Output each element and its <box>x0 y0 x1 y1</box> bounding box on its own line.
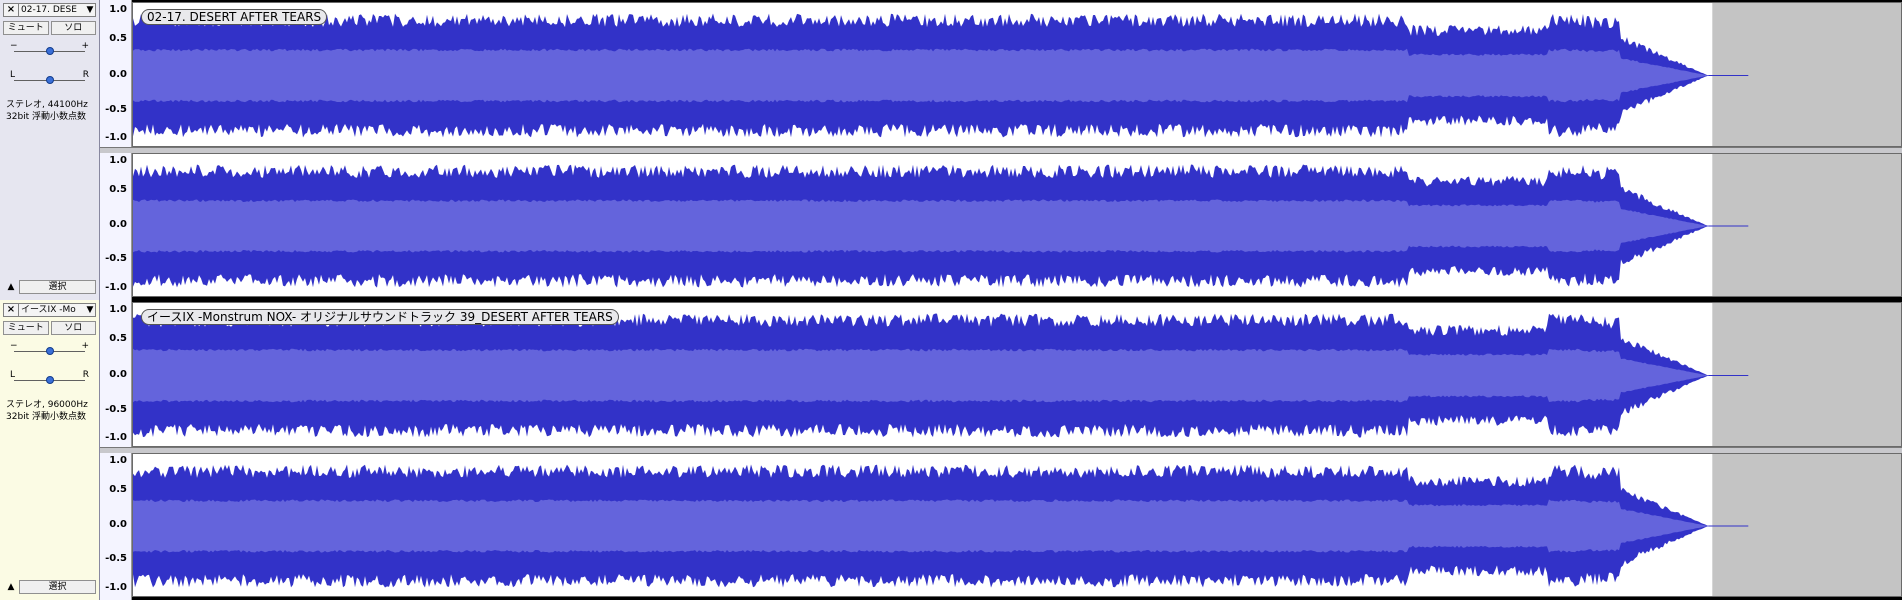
scale-label: 0.0 <box>109 369 127 380</box>
scale-label: -0.5 <box>105 104 127 115</box>
scale-label: 0.0 <box>109 219 127 230</box>
collapse-icon[interactable]: ▲ <box>3 580 19 594</box>
gain-slider[interactable]: − + <box>10 42 89 56</box>
scale-label: -0.5 <box>105 253 127 264</box>
clip-label[interactable]: 02-17. DESERT AFTER TEARS <box>141 9 328 25</box>
track-title-bar: × イースIX -Mo ▼ <box>3 303 96 317</box>
gain-slider[interactable]: − + <box>10 342 89 356</box>
vertical-ruler-left: 1.0 0.5 0.0 -0.5 -1.0 <box>100 300 132 447</box>
pan-left-label: L <box>10 370 16 380</box>
format-line-1: ステレオ, 96000Hz <box>6 400 88 410</box>
gain-slider-knob[interactable] <box>45 347 54 355</box>
track-2: × イースIX -Mo ▼ ミュート ソロ − + L R ステレオ, 9600… <box>0 300 1902 600</box>
solo-button[interactable]: ソロ <box>50 321 96 335</box>
scale-label: 0.0 <box>109 519 127 530</box>
waveform-svg <box>133 454 1901 596</box>
pan-right-label: R <box>82 370 89 380</box>
gain-plus-label: + <box>81 341 89 351</box>
format-line-2: 32bit 浮動小数点数 <box>6 412 87 422</box>
select-bar: ▲ 選択 <box>3 580 96 594</box>
format-line-2: 32bit 浮動小数点数 <box>6 112 87 122</box>
pan-slider[interactable]: L R <box>10 71 89 85</box>
waveform-right-channel[interactable] <box>132 153 1902 297</box>
scale-label: 0.5 <box>109 33 127 44</box>
waveform-svg <box>133 154 1901 296</box>
waveform-left-channel[interactable]: イースIX -Monstrum NOX- オリジナルサウンドトラック 39_DE… <box>132 302 1902 447</box>
scale-label: 0.0 <box>109 69 127 80</box>
waveform-right-channel[interactable] <box>132 453 1902 597</box>
pan-right-label: R <box>82 70 89 80</box>
gain-minus-label: − <box>10 41 18 51</box>
scale-label: 1.0 <box>109 304 127 315</box>
scale-label: 0.5 <box>109 184 127 195</box>
track-control-panel: × 02-17. DESE ▼ ミュート ソロ − + L R ステレオ, 44… <box>0 0 100 300</box>
chevron-down-icon[interactable]: ▼ <box>85 4 95 16</box>
pan-slider[interactable]: L R <box>10 371 89 385</box>
mute-solo-row: ミュート ソロ <box>3 321 96 335</box>
select-button[interactable]: 選択 <box>19 580 96 594</box>
scale-label: 1.0 <box>109 4 127 15</box>
mute-button[interactable]: ミュート <box>3 321 49 335</box>
gain-plus-label: + <box>81 41 89 51</box>
mute-button[interactable]: ミュート <box>3 21 49 35</box>
collapse-icon[interactable]: ▲ <box>3 280 19 294</box>
chevron-down-icon[interactable]: ▼ <box>85 304 95 316</box>
scale-label: 0.5 <box>109 333 127 344</box>
scale-label: -0.5 <box>105 404 127 415</box>
pan-slider-knob[interactable] <box>45 376 54 384</box>
gain-slider-knob[interactable] <box>45 47 54 55</box>
scale-label: -1.0 <box>105 132 127 143</box>
track-control-panel: × イースIX -Mo ▼ ミュート ソロ − + L R ステレオ, 9600… <box>0 300 100 600</box>
scale-label: -1.0 <box>105 282 127 293</box>
track-title-bar: × 02-17. DESE ▼ <box>3 3 96 17</box>
scale-label: 1.0 <box>109 455 127 466</box>
scale-label: 0.5 <box>109 484 127 495</box>
track-name-menu[interactable]: 02-17. DESE <box>19 4 85 16</box>
pan-slider-knob[interactable] <box>45 76 54 84</box>
scale-label: -1.0 <box>105 432 127 443</box>
track-1: × 02-17. DESE ▼ ミュート ソロ − + L R ステレオ, 44… <box>0 0 1902 300</box>
select-button[interactable]: 選択 <box>19 280 96 294</box>
waveform-svg <box>133 3 1901 146</box>
vertical-ruler-right: 1.0 0.5 0.0 -0.5 -1.0 <box>100 453 132 600</box>
gain-minus-label: − <box>10 341 18 351</box>
track-name-menu[interactable]: イースIX -Mo <box>19 304 85 316</box>
scale-label: -0.5 <box>105 553 127 564</box>
close-track-button[interactable]: × <box>4 4 19 16</box>
vertical-ruler-left: 1.0 0.5 0.0 -0.5 -1.0 <box>100 0 132 147</box>
format-line-1: ステレオ, 44100Hz <box>6 100 88 110</box>
pan-left-label: L <box>10 70 16 80</box>
scale-label: 1.0 <box>109 155 127 166</box>
scale-label: -1.0 <box>105 582 127 593</box>
clip-label[interactable]: イースIX -Monstrum NOX- オリジナルサウンドトラック 39_DE… <box>141 309 619 325</box>
vertical-ruler-right: 1.0 0.5 0.0 -0.5 -1.0 <box>100 153 132 300</box>
close-track-button[interactable]: × <box>4 304 19 316</box>
solo-button[interactable]: ソロ <box>50 21 96 35</box>
select-bar: ▲ 選択 <box>3 280 96 294</box>
mute-solo-row: ミュート ソロ <box>3 21 96 35</box>
waveform-left-channel[interactable]: 02-17. DESERT AFTER TEARS <box>132 2 1902 147</box>
